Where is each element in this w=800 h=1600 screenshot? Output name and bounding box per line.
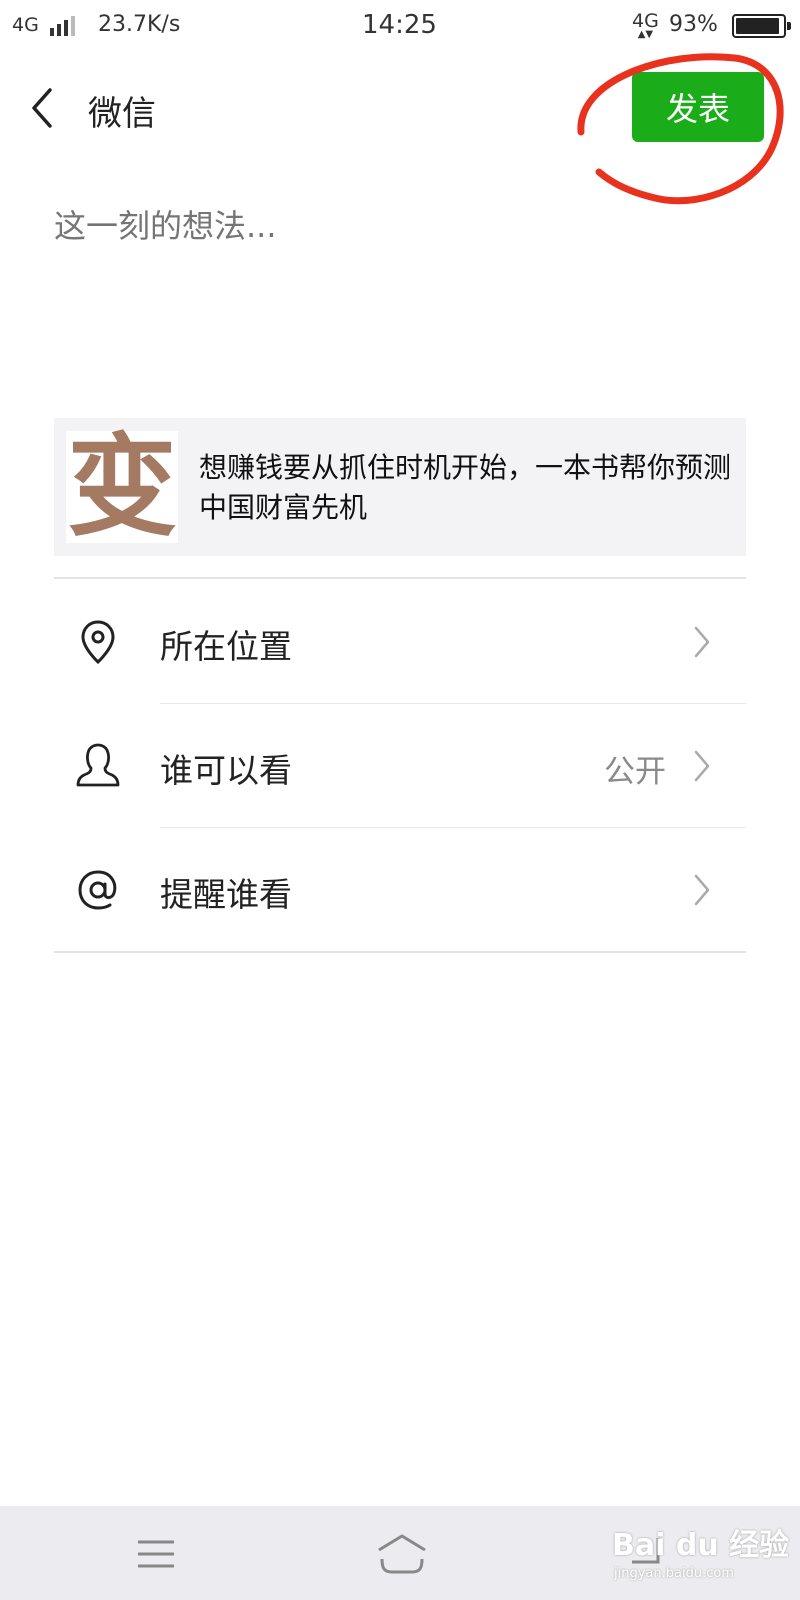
user-icon (76, 743, 120, 787)
option-label: 所在位置 (160, 627, 292, 666)
option-mention[interactable]: 提醒谁看 (54, 828, 746, 952)
chevron-right-icon (694, 750, 710, 782)
link-title: 想赚钱要从抓住时机开始，一本书帮你预测中国财富先机 (199, 451, 732, 524)
signal-strength-icon (50, 16, 75, 36)
battery-icon (732, 14, 791, 38)
divider (54, 577, 746, 579)
option-location[interactable]: 所在位置 (54, 580, 746, 704)
page-title: 微信 (88, 94, 156, 134)
annotation-circle (577, 53, 784, 205)
option-visibility[interactable]: 谁可以看 公开 (54, 704, 746, 828)
divider (54, 951, 746, 953)
battery-percent: 93% (669, 12, 718, 37)
link-thumbnail: 变 (66, 431, 178, 543)
menu-icon[interactable] (136, 1536, 176, 1572)
location-pin-icon (81, 620, 115, 665)
system-nav-bar: Bai du 经验 jingyan.baidu.com (0, 1506, 800, 1600)
watermark-url: jingyan.baidu.com (614, 1566, 734, 1581)
clock: 14:25 (362, 10, 437, 40)
chevron-right-icon (694, 626, 710, 658)
network-speed: 23.7K/s (98, 12, 181, 37)
screen: 4G 23.7K/s 14:25 4G ▲▼ 93% 微信 发表 这一刻的想法.… (0, 0, 800, 1600)
home-icon[interactable] (376, 1532, 428, 1576)
back-arrow-icon[interactable] (26, 84, 66, 132)
option-label: 谁可以看 (160, 751, 292, 790)
network-type-label: 4G (12, 14, 39, 36)
chevron-right-icon (694, 874, 710, 906)
option-label: 提醒谁看 (160, 875, 292, 914)
watermark: Bai du 经验 (612, 1528, 790, 1563)
link-thumbnail-glyph: 变 (67, 423, 177, 551)
battery-level-fill (736, 18, 779, 34)
data-network-indicator: 4G ▲▼ (632, 12, 659, 40)
shared-link-card[interactable]: 变 想赚钱要从抓住时机开始，一本书帮你预测中国财富先机 (54, 418, 746, 556)
post-text-input[interactable] (54, 196, 744, 256)
at-sign-icon (78, 870, 117, 910)
option-value: 公开 (604, 754, 666, 790)
